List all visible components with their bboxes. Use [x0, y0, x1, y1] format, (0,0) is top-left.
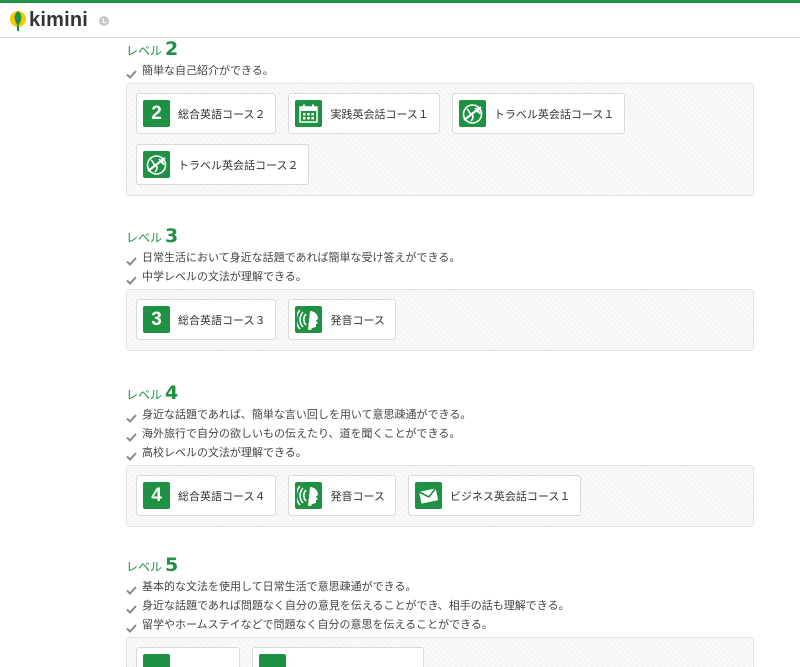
calendar-icon	[295, 100, 323, 127]
level-heading: レベル 3	[126, 225, 754, 247]
level-description-text: 留学やホームステイなどで問題なく自分の意思を伝えることができる。	[142, 618, 493, 631]
level-label: レベル	[126, 560, 163, 574]
course-panel	[126, 637, 754, 667]
level-description-text: 簡単な自己紹介ができる。	[142, 64, 274, 77]
level-section-2: レベル 2 簡単な自己紹介ができる。 2 総合英語コース２ 実践英会話コース１ トラベル英会…	[126, 38, 754, 196]
level-description-list: 基本的な文法を使用して日常生活で意思疎通ができる。身近な話題であれば問題なく自分…	[126, 577, 754, 634]
course-name: ビジネス英会話コース１	[449, 489, 571, 503]
level-section-5: レベル 5 基本的な文法を使用して日常生活で意思疎通ができる。 身近な話題であれば問題…	[126, 554, 754, 667]
level-section-4: レベル 4 身近な話題であれば、簡単な言い回しを用いて意思疎通ができる。 海外旅行で自…	[126, 382, 754, 527]
level-section-3: レベル 3 日常生活において身近な話題であれば簡単な受け答えができる。 中学レベルの文…	[126, 225, 754, 351]
course-panel: 4 総合英語コース４ 発音コース ビジネス英会話コース１	[126, 465, 754, 527]
top-header: kimini	[0, 3, 800, 38]
level-label: レベル	[126, 231, 163, 245]
course-card[interactable]: 4 総合英語コース４	[136, 475, 277, 516]
clock-icon[interactable]	[99, 16, 109, 26]
course-panel: 2 総合英語コース２ 実践英会話コース１ トラベル英会話コース１ トラベル英会話コース２	[126, 83, 754, 196]
pronunciation-icon	[295, 306, 323, 333]
course-name: 総合英語コース３	[178, 313, 266, 327]
level-description-item: 中学レベルの文法が理解できる。	[126, 267, 754, 286]
course-name: トラベル英会話コース１	[493, 107, 615, 121]
travel-globe-icon	[458, 100, 486, 127]
number-icon	[259, 654, 286, 667]
number-icon	[143, 654, 170, 667]
level-heading: レベル 5	[126, 554, 754, 576]
course-card[interactable]: 発音コース	[288, 475, 396, 516]
level-description-list: 簡単な自己紹介ができる。	[126, 61, 754, 80]
course-name: 総合英語コース４	[178, 489, 266, 503]
level-description-item: 簡単な自己紹介ができる。	[126, 61, 754, 80]
business-envelope-icon	[414, 482, 442, 509]
level-label: レベル	[126, 44, 163, 58]
number-icon: 4	[143, 482, 170, 509]
course-card[interactable]: トラベル英会話コース１	[451, 93, 626, 134]
level-list: レベル 2 簡単な自己紹介ができる。 2 総合英語コース２ 実践英会話コース１ トラベル英会…	[126, 38, 754, 667]
level-heading: レベル 4	[126, 382, 754, 404]
level-description-text: 高校レベルの文法が理解できる。	[142, 446, 307, 459]
course-name: 発音コース	[330, 313, 385, 327]
level-label: レベル	[126, 388, 163, 402]
level-description-item: 留学やホームステイなどで問題なく自分の意思を伝えることができる。	[126, 615, 754, 634]
level-description-text: 海外旅行で自分の欲しいもの伝えたり、道を聞くことができる。	[142, 427, 461, 440]
level-description-text: 中学レベルの文法が理解できる。	[142, 270, 307, 283]
course-number: 4	[151, 485, 162, 506]
level-number: 3	[165, 225, 179, 247]
course-name: トラベル英会話コース２	[178, 158, 299, 172]
number-icon: 2	[143, 100, 170, 127]
level-description-item: 日常生活において身近な話題であれば簡単な受け答えができる。	[126, 248, 754, 267]
course-card[interactable]	[252, 647, 424, 667]
check-icon	[126, 582, 137, 595]
level-description-item: 基本的な文法を使用して日常生活で意思疎通ができる。	[126, 577, 754, 596]
course-card[interactable]	[136, 647, 240, 667]
course-card[interactable]: 実践英会話コース１	[288, 93, 440, 134]
course-name: 総合英語コース２	[178, 107, 266, 121]
course-name: 実践英会話コース１	[330, 107, 429, 121]
level-number: 2	[165, 38, 179, 60]
check-icon	[126, 448, 137, 461]
course-card[interactable]: 2 総合英語コース２	[136, 93, 277, 134]
check-icon	[126, 620, 137, 633]
check-icon	[126, 601, 137, 614]
check-icon	[126, 429, 137, 442]
course-card[interactable]: 3 総合英語コース３	[136, 299, 277, 340]
travel-globe-icon	[143, 151, 170, 178]
number-icon: 3	[143, 306, 170, 333]
brand-name: kimini	[29, 9, 88, 31]
level-description-text: 身近な話題であれば、簡単な言い回しを用いて意思疎通ができる。	[142, 408, 472, 421]
course-number: 3	[151, 309, 162, 330]
level-number: 4	[165, 382, 179, 404]
kimini-logo[interactable]: kimini	[8, 9, 88, 32]
level-description-item: 身近な話題であれば問題なく自分の意見を伝えることができ、相手の話も理解できる。	[126, 596, 754, 615]
level-number: 5	[165, 554, 179, 576]
level-description-list: 日常生活において身近な話題であれば簡単な受け答えができる。 中学レベルの文法が理解…	[126, 248, 754, 286]
level-description-text: 日常生活において身近な話題であれば簡単な受け答えができる。	[142, 251, 461, 264]
level-heading: レベル 2	[126, 38, 754, 60]
course-name: 発音コース	[330, 489, 385, 503]
course-card[interactable]: トラベル英会話コース２	[136, 144, 310, 185]
level-description-text: 基本的な文法を使用して日常生活で意思疎通ができる。	[142, 580, 417, 593]
level-description-text: 身近な話題であれば問題なく自分の意見を伝えることができ、相手の話も理解できる。	[142, 599, 570, 612]
check-icon	[126, 66, 137, 79]
check-icon	[126, 410, 137, 423]
leaf-logo-icon	[8, 10, 28, 32]
course-number: 2	[151, 103, 162, 124]
course-panel: 3 総合英語コース３ 発音コース	[126, 289, 754, 351]
check-icon	[126, 253, 137, 266]
pronunciation-icon	[295, 482, 323, 509]
course-card[interactable]: 発音コース	[288, 299, 396, 340]
level-description-item: 身近な話題であれば、簡単な言い回しを用いて意思疎通ができる。	[126, 405, 754, 424]
course-card[interactable]: ビジネス英会話コース１	[407, 475, 582, 516]
level-description-list: 身近な話題であれば、簡単な言い回しを用いて意思疎通ができる。 海外旅行で自分の欲し…	[126, 405, 754, 462]
check-icon	[126, 272, 137, 285]
level-description-item: 高校レベルの文法が理解できる。	[126, 443, 754, 462]
level-description-item: 海外旅行で自分の欲しいもの伝えたり、道を聞くことができる。	[126, 424, 754, 443]
